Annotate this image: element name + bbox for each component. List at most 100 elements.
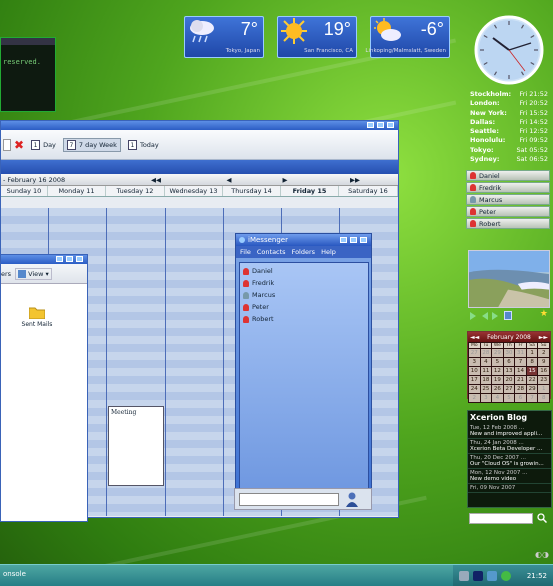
blog-entry[interactable]: Thu, 20 Dec 2007 ... Our "Cloud OS" is gr… xyxy=(468,454,551,469)
console-window[interactable]: reserved. xyxy=(0,37,56,112)
day-header[interactable]: Tuesday 12 xyxy=(106,186,165,196)
contact-item[interactable]: Marcus xyxy=(466,194,550,205)
weather-widget-tokyo[interactable]: 7° Tokyo, Japan xyxy=(184,16,264,58)
star-icon[interactable]: ★ xyxy=(540,309,548,319)
calendar-day[interactable]: 7 xyxy=(525,393,539,403)
blog-entry[interactable]: Thu, 24 Jan 2008 ... Xcerion Beta Develop… xyxy=(468,439,551,454)
help-icon[interactable] xyxy=(501,571,511,581)
day-header[interactable]: Sunday 10 xyxy=(1,186,48,196)
calendar-day[interactable]: 5 xyxy=(491,357,504,367)
imessenger-titlebar[interactable]: iMessenger xyxy=(236,234,371,246)
calendar-day[interactable]: 9 xyxy=(537,357,550,367)
contact-item[interactable]: Peter xyxy=(466,206,550,217)
prev-day-button[interactable]: ◀ xyxy=(201,176,257,184)
scroll-arrows-icon[interactable]: ◐◑ xyxy=(535,550,549,559)
day-header[interactable]: Saturday 16 xyxy=(339,186,398,196)
calendar-day[interactable]: 29 xyxy=(491,348,504,358)
calendar-day[interactable]: 28 xyxy=(514,384,527,394)
calendar-day[interactable]: 26 xyxy=(491,384,504,394)
calendar-day[interactable]: 27 xyxy=(502,384,516,394)
menu-item[interactable]: Contacts xyxy=(257,248,286,256)
menu-item[interactable]: Help xyxy=(321,248,336,256)
explorer-titlebar[interactable] xyxy=(1,255,87,264)
close-button[interactable] xyxy=(360,237,367,243)
prev-year-icon[interactable]: ◄◄ xyxy=(470,334,479,341)
menu-item[interactable]: File xyxy=(240,248,251,256)
photo-widget[interactable] xyxy=(468,250,550,308)
calendar-day[interactable]: 7 xyxy=(514,357,527,367)
menu-item[interactable]: Folders xyxy=(292,248,315,256)
day-view-button[interactable]: 1 Day xyxy=(27,138,60,152)
blog-entry[interactable]: Fri, 09 Nov 2007 xyxy=(468,484,551,493)
monitor-icon[interactable] xyxy=(473,571,483,581)
calendar-day[interactable]: 27 xyxy=(468,348,481,358)
calendar-day[interactable]: 3 xyxy=(479,393,493,403)
calendar-day[interactable]: 5 xyxy=(502,393,516,403)
weather-widget-san-francisco[interactable]: 19° San Francisco, CA xyxy=(277,16,357,58)
user-icon[interactable] xyxy=(345,492,359,508)
blog-search-input[interactable] xyxy=(469,513,533,524)
calendar-day[interactable]: 24 xyxy=(468,384,481,394)
maximize-button[interactable] xyxy=(66,256,73,262)
contact-item[interactable]: Fredrik xyxy=(466,182,550,193)
calendar-day[interactable]: 11 xyxy=(479,366,493,376)
calendar-day[interactable]: 13 xyxy=(502,366,516,376)
calendar-day[interactable]: 22 xyxy=(525,375,539,385)
messenger-contact[interactable]: Daniel xyxy=(240,265,368,277)
calendar-day[interactable]: 4 xyxy=(491,393,504,403)
day-header[interactable]: Friday 15 xyxy=(281,186,339,196)
folder-item[interactable]: Sent Mails xyxy=(19,305,55,328)
messenger-contact[interactable]: Robert xyxy=(240,313,368,325)
calendar-day[interactable]: 30 xyxy=(502,348,516,358)
search-icon[interactable] xyxy=(537,513,547,523)
console-titlebar[interactable] xyxy=(1,38,55,45)
calendar-day[interactable]: 17 xyxy=(468,375,481,385)
calendar-day[interactable]: 23 xyxy=(537,375,550,385)
calendar-day[interactable]: 1 xyxy=(537,384,550,394)
expand-icon[interactable] xyxy=(504,311,512,320)
close-button[interactable] xyxy=(76,256,83,262)
calendar-day[interactable]: 31 xyxy=(514,348,527,358)
folders-button[interactable]: ers xyxy=(1,270,11,278)
calendar-day[interactable]: 2 xyxy=(468,393,481,403)
network-icon[interactable] xyxy=(459,571,469,581)
calendar-day[interactable]: 14 xyxy=(514,366,527,376)
calendar-titlebar[interactable] xyxy=(1,121,398,130)
calendar-day[interactable]: 29 xyxy=(525,384,539,394)
calendar-day[interactable]: 3 xyxy=(468,357,481,367)
today-button[interactable]: 1 Today xyxy=(124,138,163,152)
next-icon[interactable] xyxy=(492,312,498,320)
weather-widget-linkoping[interactable]: -6° Linkoping/Malmslatt, Sweden xyxy=(365,16,450,58)
day-header[interactable]: Thursday 14 xyxy=(223,186,281,196)
calendar-day[interactable]: 18 xyxy=(479,375,493,385)
calendar-day[interactable]: 8 xyxy=(537,393,550,403)
calendar-day[interactable]: 15 xyxy=(525,366,539,376)
contact-item[interactable]: Robert xyxy=(466,218,550,229)
next-week-button[interactable]: ▶▶ xyxy=(313,176,397,184)
calendar-event[interactable]: Meeting xyxy=(108,406,164,486)
blog-entry[interactable]: Tue, 12 Feb 2008 ... New and improved app… xyxy=(468,424,551,439)
chart-icon[interactable] xyxy=(487,571,497,581)
calendar-day[interactable]: 2 xyxy=(537,348,550,358)
calendar-day[interactable]: 6 xyxy=(502,357,516,367)
taskbar-item-console[interactable]: onsole xyxy=(3,570,26,578)
messenger-contact[interactable]: Fredrik xyxy=(240,277,368,289)
calendar-day[interactable]: 16 xyxy=(537,366,550,376)
minimize-button[interactable] xyxy=(56,256,63,262)
contact-item[interactable]: Daniel xyxy=(466,170,550,181)
calendar-day[interactable]: 19 xyxy=(491,375,504,385)
calendar-day[interactable]: 28 xyxy=(479,348,493,358)
calendar-day[interactable]: 8 xyxy=(525,357,539,367)
next-year-icon[interactable]: ►► xyxy=(539,334,548,341)
calendar-day[interactable]: 10 xyxy=(468,366,481,376)
calendar-day[interactable]: 4 xyxy=(479,357,493,367)
calendar-day[interactable]: 1 xyxy=(525,348,539,358)
calendar-day[interactable]: 25 xyxy=(479,384,493,394)
view-button[interactable]: View ▾ xyxy=(15,267,52,280)
next-day-button[interactable]: ▶ xyxy=(257,176,313,184)
week-view-button[interactable]: 77 day Week xyxy=(62,137,121,152)
prev-week-button[interactable]: ◀◀ xyxy=(111,176,201,184)
play-icon[interactable] xyxy=(470,312,476,320)
minimize-button[interactable] xyxy=(367,122,374,128)
day-header[interactable]: Wednesday 13 xyxy=(165,186,223,196)
